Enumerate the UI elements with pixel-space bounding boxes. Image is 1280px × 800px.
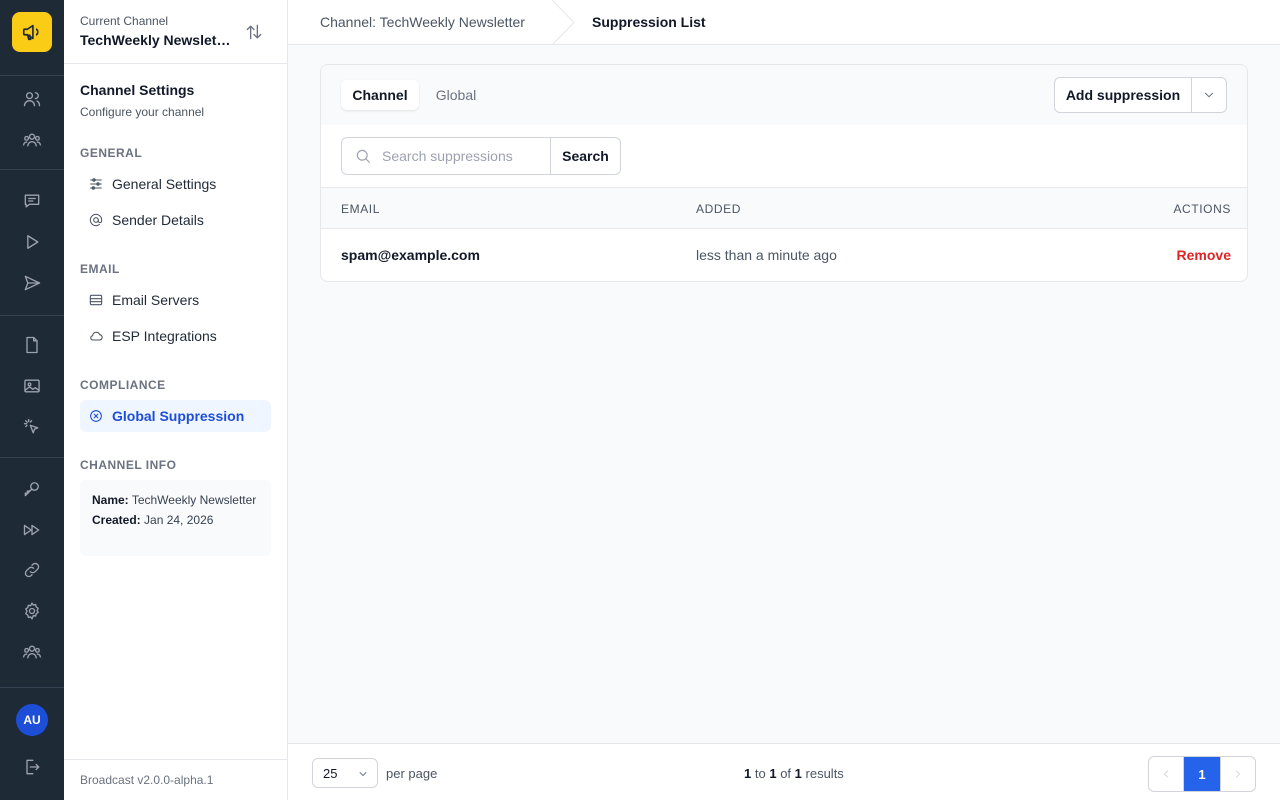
sidebar-item-label: Global Suppression [112, 408, 245, 424]
add-suppression-dropdown[interactable] [1192, 78, 1226, 112]
add-suppression-group: Add suppression [1054, 77, 1227, 113]
table-row: spam@example.com less than a minute ago … [321, 229, 1247, 281]
channel-info-created: Created: Jan 24, 2026 [92, 513, 214, 527]
per-page-value: 25 [323, 765, 338, 781]
column-email: EMAIL [341, 202, 381, 216]
per-page-label: per page [386, 766, 438, 781]
search-icon [356, 149, 370, 163]
rail-divider [0, 687, 64, 688]
section-general: GENERAL [80, 146, 143, 160]
search-field [341, 137, 551, 175]
sidebar-footer-divider [64, 759, 287, 760]
next-page-button[interactable] [1220, 757, 1255, 791]
search-input[interactable] [382, 148, 532, 164]
channel-info-box: Name: TechWeekly Newsletter Created: Jan… [80, 480, 271, 556]
previous-page-button[interactable] [1149, 757, 1184, 791]
rail-divider [0, 169, 64, 170]
at-sign-icon [89, 213, 103, 227]
row-added: less than a minute ago [696, 247, 837, 263]
section-channel-info: CHANNEL INFO [80, 458, 177, 472]
people-icon[interactable] [20, 640, 44, 664]
image-icon[interactable] [20, 374, 44, 398]
sidebar-title: Channel Settings [80, 82, 195, 98]
results-summary: 1 to 1 of 1 results [744, 766, 844, 781]
section-email: EMAIL [80, 262, 120, 276]
click-icon[interactable] [20, 415, 44, 439]
remove-button[interactable]: Remove [1177, 247, 1231, 263]
per-page-select[interactable]: 25 [312, 758, 378, 788]
app-version: Broadcast v2.0.0-alpha.1 [80, 773, 214, 787]
tab-bar: Channel Global Add suppression [321, 65, 1247, 125]
settings-sidebar: Current Channel TechWeekly Newsletter Ch… [64, 0, 288, 800]
logout-icon[interactable] [20, 755, 44, 779]
cloud-icon [90, 331, 103, 341]
suppression-list-card: Channel Global Add suppression Search EM… [320, 64, 1248, 282]
sidebar-item-label: Email Servers [112, 292, 200, 308]
chevron-down-icon [1204, 92, 1214, 98]
current-channel-label: Current Channel [80, 14, 169, 28]
breadcrumb: Channel: TechWeekly Newsletter Suppressi… [288, 0, 1280, 45]
team-icon[interactable] [20, 128, 44, 152]
gear-icon[interactable] [20, 599, 44, 623]
sidebar-item-esp-integrations[interactable]: ESP Integrations [80, 320, 271, 352]
message-icon[interactable] [20, 189, 44, 213]
document-icon[interactable] [20, 333, 44, 357]
sidebar-subtitle: Configure your channel [80, 105, 205, 119]
sidebar-item-email-servers[interactable]: Email Servers [80, 284, 271, 316]
section-compliance: COMPLIANCE [80, 378, 166, 392]
tab-channel[interactable]: Channel [341, 80, 419, 110]
tab-global[interactable]: Global [425, 80, 487, 110]
link-icon[interactable] [20, 558, 44, 582]
breadcrumb-separator-icon [552, 0, 575, 45]
sidebar-item-global-suppression[interactable]: Global Suppression [80, 400, 271, 432]
page-title: Suppression List [592, 14, 706, 30]
table-header: EMAIL ADDED ACTIONS [321, 187, 1247, 229]
column-added: ADDED [696, 202, 742, 216]
rail-divider [0, 75, 64, 76]
pager: 1 [1148, 756, 1256, 792]
breadcrumb-channel-link[interactable]: Channel: TechWeekly Newsletter [320, 14, 525, 30]
chevron-left-icon [1164, 770, 1168, 778]
users-icon[interactable] [20, 87, 44, 111]
add-suppression-button[interactable]: Add suppression [1055, 78, 1192, 112]
search-button[interactable]: Search [551, 137, 621, 175]
pagination-footer: 25 per page 1 to 1 of 1 results 1 [288, 743, 1280, 800]
channel-info-name: Name: TechWeekly Newsletter [92, 493, 257, 507]
sidebar-item-general-settings[interactable]: General Settings [80, 168, 271, 200]
play-icon[interactable] [20, 230, 44, 254]
server-icon [89, 294, 103, 306]
chevron-down-icon [359, 772, 367, 776]
rail-divider [0, 315, 64, 316]
sidebar-item-label: ESP Integrations [112, 328, 217, 344]
chevron-right-icon [1236, 770, 1240, 778]
search-bar: Search [341, 137, 621, 175]
x-circle-icon [90, 410, 102, 422]
icon-rail: AU [0, 0, 64, 800]
sidebar-item-sender-details[interactable]: Sender Details [80, 204, 271, 236]
column-actions: ACTIONS [1173, 202, 1231, 216]
current-channel-name: TechWeekly Newsletter [80, 32, 232, 48]
fast-forward-icon[interactable] [20, 518, 44, 542]
page-1-button[interactable]: 1 [1184, 757, 1220, 791]
row-email: spam@example.com [341, 247, 480, 263]
user-avatar[interactable]: AU [16, 704, 48, 736]
channel-switcher[interactable]: Current Channel TechWeekly Newsletter [64, 0, 287, 64]
megaphone-logo-icon[interactable] [12, 12, 52, 52]
sidebar-item-label: General Settings [112, 176, 217, 192]
sidebar-item-label: Sender Details [112, 212, 204, 228]
rail-divider [0, 457, 64, 458]
switch-arrows-icon[interactable] [244, 22, 264, 42]
key-icon[interactable] [20, 477, 44, 501]
send-icon[interactable] [20, 271, 44, 295]
sliders-icon [90, 178, 102, 190]
